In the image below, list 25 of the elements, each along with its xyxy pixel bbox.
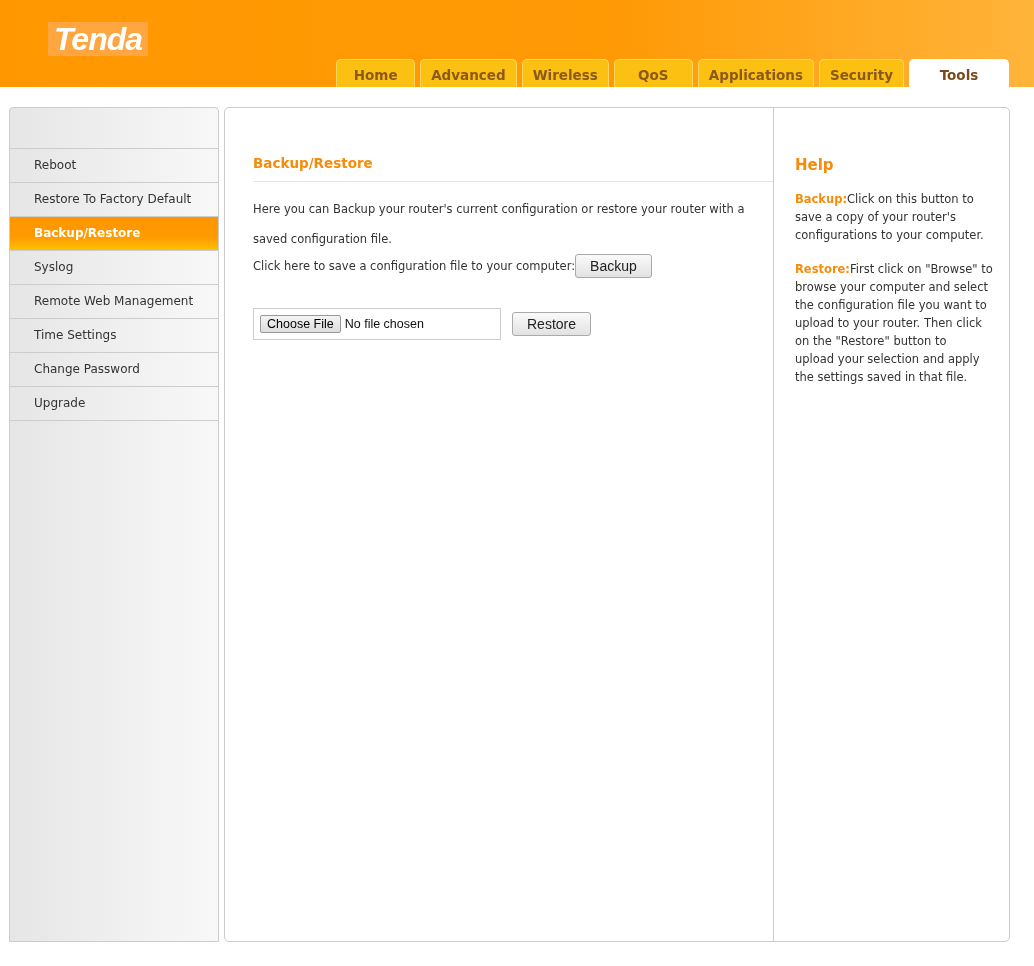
file-status: No file chosen <box>344 317 424 331</box>
choose-file-button[interactable]: Choose File <box>260 315 341 333</box>
help-paragraph: Restore:First click on "Browse" to browse your computer and select the configuration file you want to upload to your router. Then click on the "Restore" button to upload your selection and apply the settings saved in that file. <box>795 261 994 386</box>
nav-tab[interactable]: QoS <box>613 59 693 87</box>
intro-text: Here you can Backup your router's current configuration or restore your router with a saved configuration file. <box>253 201 746 248</box>
nav-tab[interactable]: Security <box>818 59 904 87</box>
sidebar-item[interactable]: Time Settings <box>10 319 218 353</box>
backup-button[interactable]: Backup <box>575 254 652 278</box>
section-title: Backup/Restore <box>253 155 773 182</box>
sidebar-item[interactable]: Reboot <box>10 149 218 183</box>
help-title: Help <box>795 156 835 174</box>
file-input-field[interactable]: Choose File No file chosen <box>253 308 501 340</box>
nav-tab[interactable]: Applications <box>697 59 814 87</box>
sidebar-item[interactable]: Change Password <box>10 353 218 387</box>
logo: Tenda <box>48 22 149 56</box>
nav-tab[interactable]: Wireless <box>521 59 609 87</box>
nav-tab[interactable]: Advanced <box>420 59 517 87</box>
backup-prompt: Click here to save a configuration file to your computer: <box>253 259 576 273</box>
sidebar-item[interactable]: Upgrade <box>10 387 218 421</box>
sidebar-item[interactable]: Syslog <box>10 251 218 285</box>
nav-tab[interactable]: Home <box>336 59 416 87</box>
nav-tab[interactable]: Tools <box>909 59 1009 87</box>
sidebar-item[interactable]: Remote Web Management <box>10 285 218 319</box>
help-paragraph: Backup:Click on this button to save a copy of your router's configurations to your computer. <box>795 191 985 244</box>
restore-button[interactable]: Restore <box>512 312 592 336</box>
